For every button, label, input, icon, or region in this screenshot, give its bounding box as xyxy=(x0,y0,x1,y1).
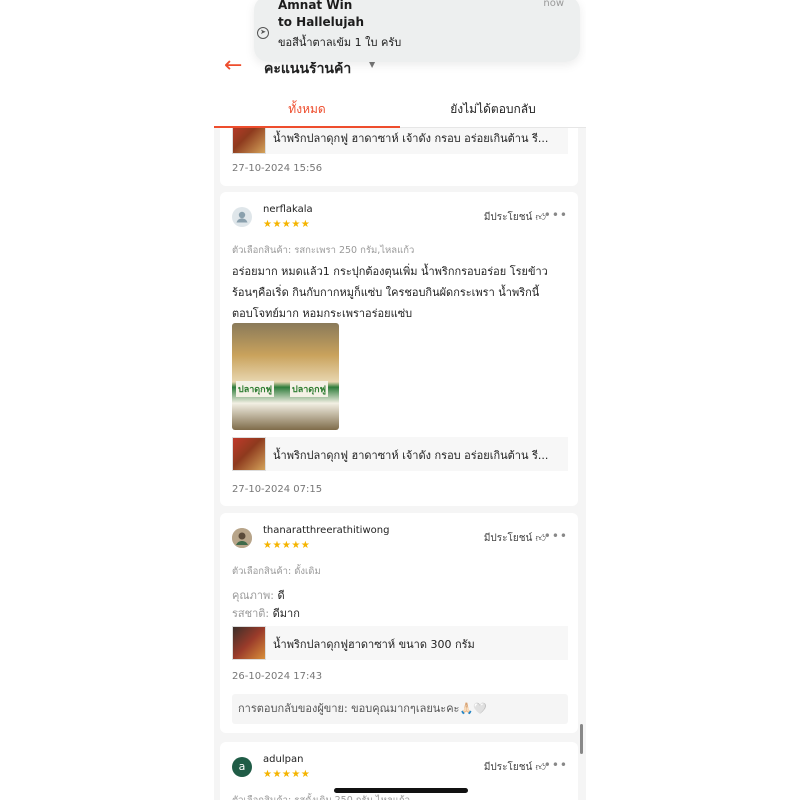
seller-reply-text: ขอบคุณมากๆเลยนะคะ🙏🏻🤍 xyxy=(351,702,487,715)
seller-reply: การตอบกลับของผู้ขาย: ขอบคุณมากๆเลยนะคะ🙏🏻… xyxy=(232,694,568,724)
review-text-line: ตอบโจทย์มาก หอมกระเพราอร่อยแซ่บ xyxy=(232,307,413,320)
variant-info: ตัวเลือกสินค้า: รสกะเพรา 250 กรัม,ไหลแก้… xyxy=(232,245,415,256)
notification-recipient: to Hallelujah xyxy=(278,15,365,29)
variant-info: ตัวเลือกสินค้า: รสดั้งเดิม 250 กรัม,ไหลแ… xyxy=(232,793,410,800)
seller-reply-label: การตอบกลับของผู้ขาย: xyxy=(238,702,348,715)
helpful-label: มีประโยชน์ xyxy=(483,533,533,544)
tab-all[interactable]: ทั้งหมด xyxy=(214,92,400,128)
taste-key: รสชาติ: xyxy=(232,607,270,620)
review-photo[interactable]: ปลาดุกฟู ปลาดุกฟู xyxy=(232,323,339,430)
jar-label-text: ปลาดุกฟู xyxy=(236,381,274,397)
notification-banner[interactable]: Amnat Win to Hallelujah now ➤ ขอสีน้ำตาล… xyxy=(254,0,580,62)
helpful-button[interactable]: มีประโยชน์ 👍︎ xyxy=(484,531,546,546)
scrollbar[interactable] xyxy=(580,724,583,754)
helpful-button[interactable]: มีประโยชน์ 👍︎ xyxy=(484,760,546,775)
more-options-icon[interactable]: ••• xyxy=(544,758,568,772)
review-card: nerflakala ★★★★★ มีประโยชน์ 👍︎ ••• ตัวเล… xyxy=(220,192,578,506)
helpful-label: มีประโยชน์ xyxy=(483,762,533,773)
avatar[interactable] xyxy=(232,207,252,227)
reviewer-name[interactable]: nerflakala xyxy=(263,204,313,215)
product-row[interactable]: น้ำพริกปลาดุกฟู ฮาดาซาห์ เจ้าดัง กรอบ อร… xyxy=(232,437,568,471)
helpful-button[interactable]: มีประโยชน์ 👍︎ xyxy=(484,210,546,225)
star-rating: ★★★★★ xyxy=(263,219,311,230)
notification-title: Amnat Win to Hallelujah xyxy=(278,0,478,31)
product-thumbnail xyxy=(232,437,266,471)
quality-key: คุณภาพ: xyxy=(232,589,274,602)
home-indicator[interactable] xyxy=(334,788,468,793)
review-tabs: ทั้งหมด ยังไม่ได้ตอบกลับ xyxy=(214,92,586,128)
reviewer-name[interactable]: thanaratthreerathitiwong xyxy=(263,525,389,536)
review-card: thanaratthreerathitiwong ★★★★★ มีประโยชน… xyxy=(220,513,578,733)
taste-value: ดีมาก xyxy=(272,607,300,620)
notification-message: ขอสีน้ำตาลเข้ม 1 ใบ ครับ xyxy=(278,36,402,49)
reply-arrow-icon: ➤ xyxy=(257,27,269,39)
taste-attribute: รสชาติ: ดีมาก xyxy=(232,604,300,622)
product-name: น้ำพริกปลาดุกฟู ฮาดาซาห์ เจ้าดัง กรอบ อร… xyxy=(273,132,549,145)
product-name: น้ำพริกปลาดุกฟูฮาดาซาห์ ขนาด 300 กรัม xyxy=(273,638,475,651)
quality-value: ดี xyxy=(277,589,285,602)
product-name: น้ำพริกปลาดุกฟู ฮาดาซาห์ เจ้าดัง กรอบ อร… xyxy=(273,449,549,462)
avatar[interactable] xyxy=(232,528,252,548)
product-row[interactable]: น้ำพริกปลาดุกฟูฮาดาซาห์ ขนาด 300 กรัม xyxy=(232,626,568,660)
reviewer-name[interactable]: adulpan xyxy=(263,754,303,765)
notification-time: now xyxy=(543,0,564,9)
quality-attribute: คุณภาพ: ดี xyxy=(232,586,285,604)
review-text-line: ร้อนๆคือเริ่ด กินกับกากหมูก็แซ่บ ใครชอบก… xyxy=(232,286,540,299)
review-card: น้ำพริกปลาดุกฟู ฮาดาซาห์ เจ้าดัง กรอบ อร… xyxy=(220,118,578,186)
review-date: 26-10-2024 17:43 xyxy=(232,671,323,682)
user-icon xyxy=(236,211,248,223)
star-rating: ★★★★★ xyxy=(263,769,311,780)
jar-label-text: ปลาดุกฟู xyxy=(290,381,328,397)
review-date: 27-10-2024 07:15 xyxy=(232,484,323,495)
review-text-line: อร่อยมาก หมดแล้ว1 กระปุกต้องตุนเพิ่ม น้ำ… xyxy=(232,265,548,278)
notification-sender: Amnat Win xyxy=(278,0,353,12)
star-rating: ★★★★★ xyxy=(263,540,311,551)
product-thumbnail xyxy=(232,626,266,660)
variant-info: ตัวเลือกสินค้า: ดั้งเดิม xyxy=(232,566,321,577)
more-options-icon[interactable]: ••• xyxy=(544,208,568,222)
user-photo-icon xyxy=(232,528,252,548)
review-date: 27-10-2024 15:56 xyxy=(232,163,323,174)
back-arrow-icon[interactable]: ← xyxy=(224,54,248,78)
tab-unreplied[interactable]: ยังไม่ได้ตอบกลับ xyxy=(400,92,586,128)
avatar[interactable]: a xyxy=(232,757,252,777)
more-options-icon[interactable]: ••• xyxy=(544,529,568,543)
phone-screen: น้ำพริกปลาดุกฟู ฮาดาซาห์ เจ้าดัง กรอบ อร… xyxy=(214,0,586,800)
helpful-label: มีประโยชน์ xyxy=(483,212,533,223)
